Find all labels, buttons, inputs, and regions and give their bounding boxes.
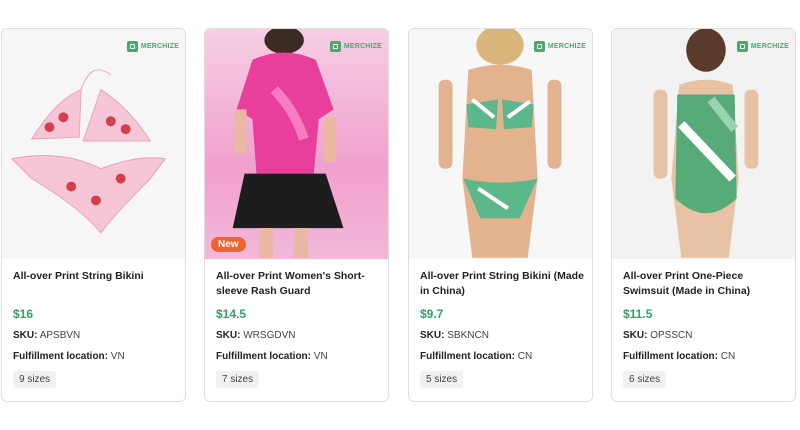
sku-value: SBKNCN: [447, 330, 489, 341]
sku-value: APSBVN: [39, 330, 81, 341]
brand-name: MERCHIZE: [750, 43, 789, 50]
product-sku: SKU: WRSGDVN: [216, 330, 380, 341]
sku-value: WRSGDVN: [243, 330, 296, 341]
brand-name: MERCHIZE: [343, 43, 382, 50]
fulfillment-value: VN: [110, 351, 125, 362]
product-price: $11.5: [623, 307, 653, 321]
sku-label: SKU:: [13, 330, 38, 341]
bikini-illustration: [10, 69, 167, 234]
fulfillment-label: Fulfillment location:: [623, 351, 718, 362]
brand-logo: MERCHIZE: [736, 41, 789, 52]
product-card[interactable]: MERCHIZE New All-over Print Women's Shor…: [204, 28, 389, 402]
brand-name: MERCHIZE: [140, 43, 179, 50]
product-image[interactable]: MERCHIZE: [612, 29, 795, 259]
sizes-badge: 6 sizes: [623, 371, 667, 388]
brand-name: MERCHIZE: [547, 43, 586, 50]
brand-logo: MERCHIZE: [329, 41, 382, 52]
sizes-badge: 7 sizes: [216, 371, 260, 388]
brand-logo-icon: [736, 41, 748, 52]
product-info: All-over Print String Bikini (Made in Ch…: [420, 269, 584, 388]
product-title[interactable]: All-over Print String Bikini (Made in Ch…: [420, 269, 584, 299]
bikini-model-illustration: [438, 29, 562, 258]
fulfillment-location: Fulfillment location: CN: [623, 351, 787, 362]
fulfillment-value: CN: [517, 351, 533, 362]
brand-logo: MERCHIZE: [126, 41, 179, 52]
sku-label: SKU:: [216, 330, 241, 341]
product-sku: SKU: APSBVN: [13, 330, 177, 341]
brand-logo-icon: [533, 41, 545, 52]
product-image[interactable]: MERCHIZE: [2, 29, 185, 259]
swimsuit-model-illustration: [653, 29, 759, 258]
fulfillment-value: CN: [720, 351, 736, 362]
product-card[interactable]: MERCHIZE All-over Print String Bikini (M…: [408, 28, 593, 402]
sizes-badge: 9 sizes: [13, 371, 57, 388]
product-info: All-over Print One-Piece Swimsuit (Made …: [623, 269, 787, 388]
rash-guard-illustration: [232, 29, 344, 258]
fulfillment-label: Fulfillment location:: [13, 351, 108, 362]
sizes-badge: 5 sizes: [420, 371, 464, 388]
fulfillment-label: Fulfillment location:: [216, 351, 311, 362]
product-sku: SKU: SBKNCN: [420, 330, 584, 341]
product-info: All-over Print Women's Short-sleeve Rash…: [216, 269, 380, 388]
fulfillment-location: Fulfillment location: VN: [13, 351, 177, 362]
product-image[interactable]: MERCHIZE: [409, 29, 592, 259]
brand-logo-icon: [126, 41, 138, 52]
product-price: $16: [13, 307, 34, 321]
sku-value: OPSSCN: [650, 330, 693, 341]
product-price: $9.7: [420, 307, 444, 321]
brand-logo: MERCHIZE: [533, 41, 586, 52]
fulfillment-location: Fulfillment location: CN: [420, 351, 584, 362]
new-badge: New: [211, 237, 246, 252]
fulfillment-location: Fulfillment location: VN: [216, 351, 380, 362]
sku-label: SKU:: [420, 330, 445, 341]
product-grid: MERCHIZE All-over Print String Bikini $1…: [0, 28, 800, 404]
sku-label: SKU:: [623, 330, 648, 341]
product-image[interactable]: MERCHIZE New: [205, 29, 388, 259]
product-card[interactable]: MERCHIZE All-over Print One-Piece Swimsu…: [611, 28, 796, 402]
product-info: All-over Print String Bikini $16 SKU: AP…: [13, 269, 177, 388]
brand-logo-icon: [329, 41, 341, 52]
product-card[interactable]: MERCHIZE All-over Print String Bikini $1…: [1, 28, 186, 402]
product-sku: SKU: OPSSCN: [623, 330, 787, 341]
product-title[interactable]: All-over Print Women's Short-sleeve Rash…: [216, 269, 380, 299]
product-price: $14.5: [216, 307, 247, 321]
product-title[interactable]: All-over Print One-Piece Swimsuit (Made …: [623, 269, 787, 299]
fulfillment-value: VN: [313, 351, 328, 362]
fulfillment-label: Fulfillment location:: [420, 351, 515, 362]
product-title[interactable]: All-over Print String Bikini: [13, 269, 177, 299]
